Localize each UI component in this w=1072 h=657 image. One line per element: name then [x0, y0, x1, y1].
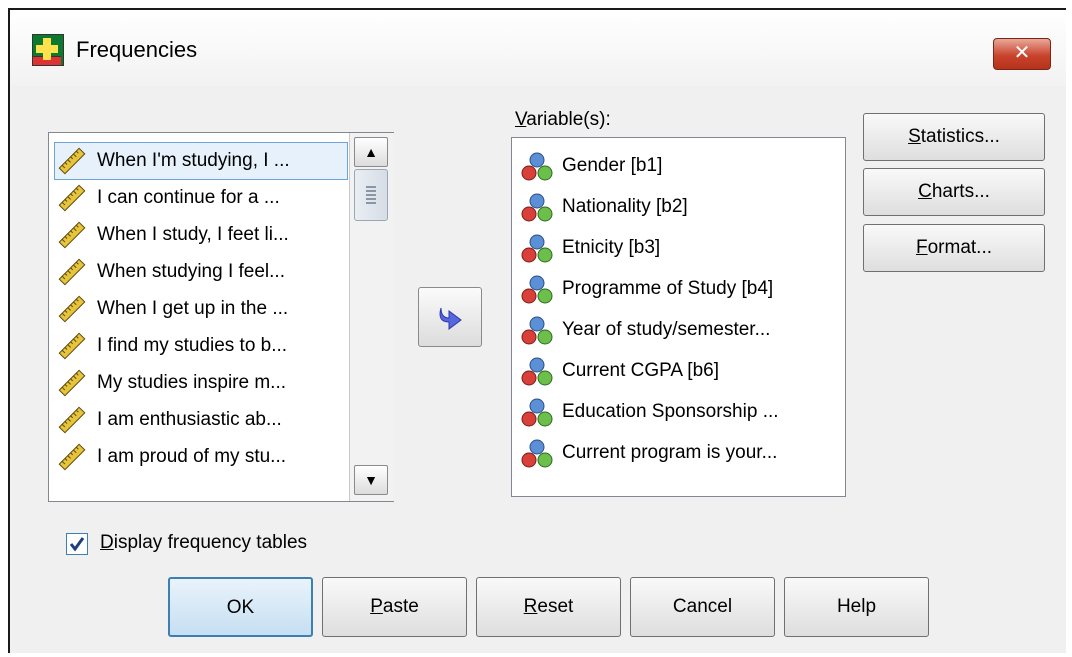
scale-ruler-icon — [57, 331, 87, 361]
nominal-variable-icon — [520, 274, 554, 306]
source-list-item-label: I can continue for a ... — [97, 187, 280, 208]
reset-button[interactable]: Reset — [476, 577, 621, 637]
display-frequency-tables-label[interactable]: Display frequency tables — [100, 532, 307, 554]
variable-list-item-label: Gender [b1] — [562, 155, 663, 176]
display-frequency-tables-checkbox[interactable] — [66, 533, 88, 555]
nominal-variable-icon — [520, 315, 554, 347]
nominal-variable-icon — [520, 151, 554, 183]
source-list-item-label: When I study, I feet li... — [97, 224, 289, 245]
variable-list-item-label: Current CGPA [b6] — [562, 360, 719, 381]
scale-ruler-icon — [57, 220, 87, 250]
scale-ruler-icon — [57, 146, 87, 176]
ok-button[interactable]: OK — [168, 577, 313, 637]
source-list-item-label: I am proud of my stu... — [97, 446, 287, 467]
nominal-variable-icon — [520, 233, 554, 265]
move-to-variables-button[interactable] — [418, 287, 482, 347]
scale-ruler-icon — [57, 368, 87, 398]
nominal-variable-icon — [520, 356, 554, 388]
scale-ruler-icon — [57, 405, 87, 435]
close-icon: ✕ — [1013, 42, 1031, 64]
nominal-variable-icon — [520, 192, 554, 224]
title-bar: Frequencies ✕ — [10, 10, 1066, 86]
scale-ruler-icon — [57, 294, 87, 324]
cancel-button[interactable]: Cancel — [630, 577, 775, 637]
scale-ruler-icon — [57, 183, 87, 213]
arrow-right-icon — [439, 307, 462, 330]
charts-button[interactable]: Charts... — [863, 168, 1045, 216]
source-list-item[interactable]: I am enthusiastic ab... — [55, 402, 347, 438]
scale-ruler-icon — [57, 257, 87, 287]
checkmark-icon — [69, 537, 85, 552]
source-list-item[interactable]: I find my studies to b... — [55, 328, 347, 364]
source-list-item-label: My studies inspire m... — [97, 372, 286, 393]
variable-list-item-label: Current program is your... — [562, 442, 778, 463]
statistics-button[interactable]: Statistics... — [863, 113, 1045, 161]
variables-label: Variable(s): — [515, 109, 611, 130]
source-list-item[interactable]: When studying I feel... — [55, 254, 347, 290]
variable-list-item-label: Nationality [b2] — [562, 196, 688, 217]
source-variable-list[interactable]: When I'm studying, I ... I can continue f… — [48, 132, 394, 502]
source-list-item-label: When studying I feel... — [97, 261, 285, 282]
variable-list-item[interactable]: Current program is your... — [518, 435, 842, 471]
nominal-variable-icon — [520, 397, 554, 429]
close-button[interactable]: ✕ — [993, 38, 1051, 70]
scale-ruler-icon — [57, 442, 87, 472]
variable-list-item-label: Programme of Study [b4] — [562, 278, 774, 299]
source-list-item-label: I find my studies to b... — [97, 335, 288, 356]
source-list-item[interactable]: My studies inspire m... — [55, 365, 347, 401]
help-button[interactable]: Help — [784, 577, 929, 637]
selected-variables-list[interactable]: Gender [b1] Nationality [b2] Etnicity [b3]… — [511, 137, 846, 497]
nominal-variable-icon — [520, 438, 554, 470]
arrow-down-icon: ▼ — [364, 472, 378, 488]
scroll-down-button[interactable]: ▼ — [354, 465, 388, 495]
format-button[interactable]: Format... — [863, 224, 1045, 272]
variable-list-item[interactable]: Year of study/semester... — [518, 312, 842, 348]
source-list-item-label: I am enthusiastic ab... — [97, 409, 282, 430]
scroll-thumb[interactable] — [354, 169, 388, 221]
spss-app-icon — [32, 34, 64, 66]
variable-list-item[interactable]: Etnicity [b3] — [518, 230, 842, 266]
source-list-item[interactable]: When I get up in the ... — [55, 291, 347, 327]
source-list-item[interactable]: I can continue for a ... — [55, 180, 347, 216]
variable-list-item-label: Year of study/semester... — [562, 319, 771, 340]
frequencies-dialog: Frequencies ✕ When I'm studying, I ... I … — [8, 8, 1066, 653]
scroll-up-button[interactable]: ▲ — [354, 137, 388, 167]
variable-list-item-label: Education Sponsorship ... — [562, 401, 779, 422]
variable-list-item[interactable]: Gender [b1] — [518, 148, 842, 184]
source-list-scrollbar[interactable]: ▲ ▼ — [349, 133, 394, 501]
arrow-up-icon: ▲ — [364, 144, 378, 160]
variable-list-item[interactable]: Programme of Study [b4] — [518, 271, 842, 307]
window-title: Frequencies — [76, 37, 198, 62]
paste-button[interactable]: Paste — [322, 577, 467, 637]
source-list-item[interactable]: When I study, I feet li... — [55, 217, 347, 253]
variable-list-item[interactable]: Nationality [b2] — [518, 189, 842, 225]
source-list-item[interactable]: When I'm studying, I ... — [54, 142, 348, 180]
source-list-item[interactable]: I am proud of my stu... — [55, 439, 347, 475]
variable-list-item[interactable]: Current CGPA [b6] — [518, 353, 842, 389]
variable-list-item[interactable]: Education Sponsorship ... — [518, 394, 842, 430]
source-list-item-label: When I'm studying, I ... — [97, 150, 290, 171]
source-list-item-label: When I get up in the ... — [97, 298, 289, 319]
variable-list-item-label: Etnicity [b3] — [562, 237, 661, 258]
